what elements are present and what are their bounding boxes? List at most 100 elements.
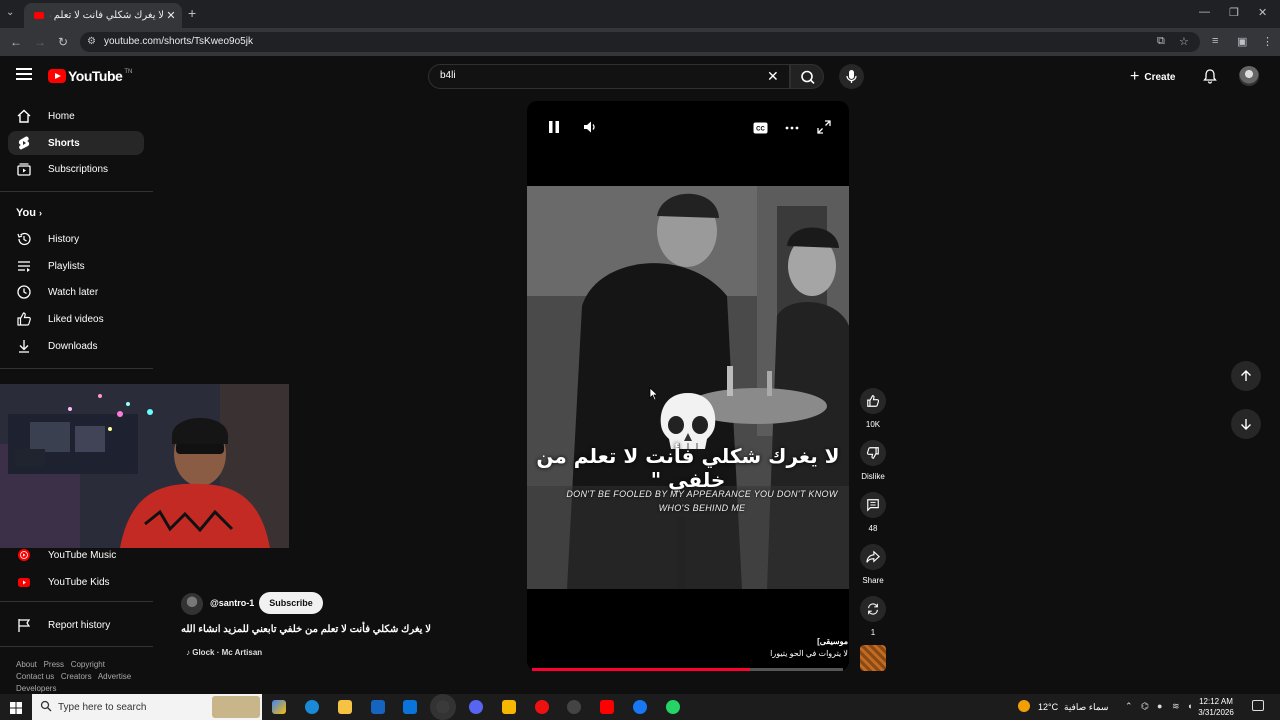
extensions-icon[interactable]: ▣ <box>1237 35 1247 48</box>
rockstar-icon[interactable] <box>502 700 516 714</box>
sidebar-item-youtube-kids[interactable]: YouTube Kids <box>8 570 144 594</box>
weather-temperature[interactable]: 12°C <box>1038 702 1058 712</box>
tray-wifi-icon[interactable]: ≋ <box>1172 701 1180 712</box>
site-info-icon[interactable]: ⚙ <box>87 36 96 47</box>
notifications-button[interactable] <box>1202 68 1218 89</box>
tray-chevron-icon[interactable]: ⌃ <box>1125 701 1133 712</box>
search-input[interactable] <box>440 70 740 81</box>
forward-icon[interactable]: → <box>34 35 46 49</box>
logo-text: YouTube <box>68 68 123 84</box>
more-options-button[interactable] <box>785 121 799 139</box>
microsoft-store-icon[interactable] <box>371 700 385 714</box>
search-icon <box>801 70 815 84</box>
footer-link-advertise[interactable]: Advertise <box>98 672 131 681</box>
comments-action[interactable]: 48 <box>860 492 886 533</box>
sound-attribution[interactable]: موسيقى] لا يتروات في الحو يتيورا <box>770 636 848 660</box>
weather-description[interactable]: سماء صافية <box>1064 702 1108 713</box>
close-tab-icon[interactable]: ✕ <box>164 9 178 22</box>
notification-center-icon[interactable] <box>1252 700 1264 711</box>
sidebar-item-liked-videos[interactable]: Liked videos <box>8 307 144 331</box>
footer-link-developers[interactable]: Developers <box>16 684 56 693</box>
thumbs-up-icon <box>16 311 32 327</box>
captions-button[interactable]: CC <box>753 121 768 139</box>
webcam-image <box>0 384 289 548</box>
browser-menu-icon[interactable]: ⋮ <box>1262 35 1273 48</box>
dislike-button[interactable] <box>860 440 886 466</box>
url-text[interactable]: youtube.com/shorts/TsKweo9o5jk <box>104 36 253 47</box>
pause-button[interactable] <box>547 120 561 139</box>
clear-search-icon[interactable]: ✕ <box>767 68 779 85</box>
next-short-button[interactable] <box>1231 409 1261 439</box>
music-link[interactable]: ♪ Glock · Mc Artisan <box>186 648 262 657</box>
subscribe-button[interactable]: Subscribe <box>259 592 323 614</box>
edge-icon[interactable] <box>305 700 319 714</box>
remix-action[interactable]: 1 <box>860 596 886 637</box>
fullscreen-button[interactable] <box>817 120 831 139</box>
video-still-image <box>527 186 849 589</box>
share-action[interactable]: Share <box>860 544 886 585</box>
obs-icon[interactable] <box>567 700 581 714</box>
sidebar-item-history[interactable]: History <box>8 227 144 251</box>
footer-link-copyright[interactable]: Copyright <box>71 660 105 669</box>
youtube-logo[interactable]: YouTube TN <box>48 68 132 84</box>
taskbar-search-box[interactable]: Type here to search <box>32 694 262 720</box>
reload-icon[interactable]: ↻ <box>58 35 68 49</box>
maximize-icon[interactable]: ❐ <box>1229 6 1239 19</box>
reading-list-icon[interactable]: ≡ <box>1212 35 1218 47</box>
voice-search-button[interactable] <box>839 64 864 89</box>
windows-start-icon[interactable] <box>10 701 22 719</box>
tab-search-icon[interactable]: ⌄ <box>6 7 14 18</box>
previous-short-button[interactable] <box>1231 361 1261 391</box>
hamburger-menu-icon[interactable] <box>16 68 32 82</box>
account-avatar[interactable] <box>1239 66 1259 86</box>
sidebar-item-subscriptions[interactable]: Subscriptions <box>8 157 144 181</box>
bookmark-star-icon[interactable]: ☆ <box>1179 35 1189 48</box>
sidebar-item-downloads[interactable]: Downloads <box>8 334 144 358</box>
channel-avatar[interactable] <box>181 593 203 615</box>
share-button[interactable] <box>860 544 886 570</box>
discord-icon[interactable] <box>469 700 483 714</box>
taskbar-search-placeholder: Type here to search <box>58 701 147 713</box>
browser-tab[interactable]: لا يغرك شكلي فأنت لا تعلم م... ✕ <box>24 3 182 28</box>
whatsapp-icon[interactable] <box>666 700 680 714</box>
sidebar-item-home[interactable]: Home <box>8 104 144 128</box>
create-button[interactable]: + Create <box>1130 66 1175 88</box>
copilot-icon[interactable] <box>272 700 286 714</box>
dislike-action[interactable]: Dislike <box>860 440 886 481</box>
video-progress-bar[interactable] <box>532 668 843 671</box>
tray-mic-icon[interactable]: ● <box>1157 701 1162 711</box>
footer-link-press[interactable]: Press <box>44 660 64 669</box>
like-button[interactable] <box>860 388 886 414</box>
like-action[interactable]: 10K <box>860 388 886 429</box>
channel-name[interactable]: @santro-1 <box>210 598 254 608</box>
back-icon[interactable]: ← <box>10 35 22 49</box>
minimize-icon[interactable]: — <box>1199 6 1210 18</box>
sidebar-you-heading[interactable]: You › <box>16 207 42 219</box>
sidebar-item-report-history[interactable]: Report history <box>8 613 144 637</box>
opera-icon[interactable] <box>535 700 549 714</box>
close-window-icon[interactable]: ✕ <box>1258 6 1267 19</box>
volume-button[interactable] <box>583 120 597 139</box>
sidebar-item-shorts[interactable]: Shorts <box>8 131 144 155</box>
install-app-icon[interactable]: ⧉ <box>1157 35 1165 48</box>
taskbar-clock[interactable]: 12:12 AM 3/31/2026 <box>1196 696 1236 718</box>
footer-link-creators[interactable]: Creators <box>61 672 92 681</box>
file-explorer-icon[interactable] <box>338 700 352 714</box>
tray-volume-icon[interactable]: ◖ <box>1187 701 1192 711</box>
facebook-icon[interactable] <box>633 700 647 714</box>
footer-link-contact[interactable]: Contact us <box>16 672 54 681</box>
search-button[interactable] <box>790 64 824 89</box>
sidebar-item-playlists[interactable]: Playlists <box>8 254 144 278</box>
footer-link-about[interactable]: About <box>16 660 37 669</box>
new-tab-icon[interactable]: + <box>188 5 196 21</box>
shorts-player[interactable]: CC لا يغرك شكلي فأنت لا تعلم من خلفي " D… <box>527 101 849 671</box>
chrome-icon[interactable] <box>430 694 456 720</box>
sound-thumbnail[interactable] <box>860 645 886 671</box>
comments-button[interactable] <box>860 492 886 518</box>
remix-button[interactable] <box>860 596 886 622</box>
sidebar-item-watch-later[interactable]: Watch later <box>8 280 144 304</box>
youtube-app-icon[interactable] <box>600 700 614 714</box>
mail-icon[interactable] <box>403 700 417 714</box>
create-label: Create <box>1144 71 1176 83</box>
tray-network-icon[interactable]: ⌬ <box>1141 701 1149 712</box>
